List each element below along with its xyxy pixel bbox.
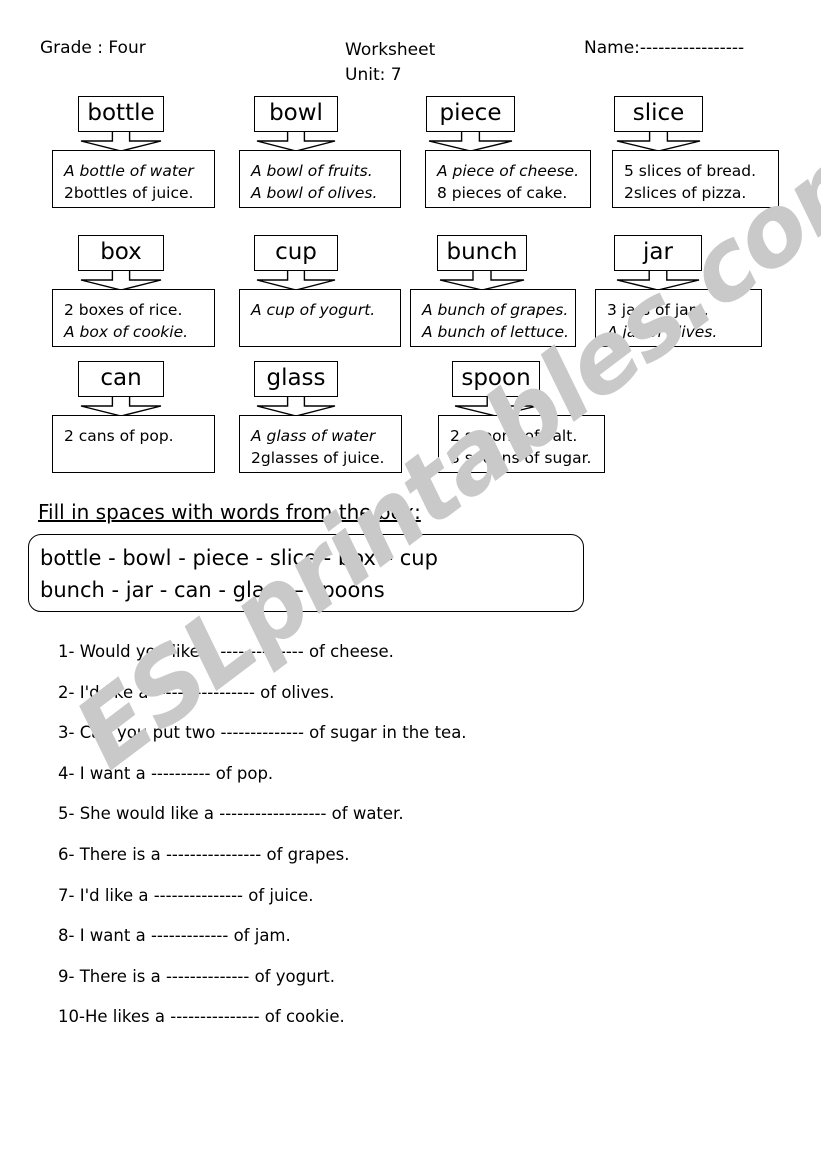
example-sentences-box: A bowl of fruits. A bowl of olives. (239, 150, 401, 208)
word-label-text: spoon (461, 365, 531, 391)
example-sentence: 3 jars of jam. (607, 301, 709, 319)
example-sentence: A glass of water (251, 427, 376, 445)
example-sentence: A bowl of olives. (251, 184, 378, 202)
question-item[interactable]: 1- Would you like a -------------- of ch… (58, 632, 778, 673)
word-label-box: box (78, 235, 164, 271)
example-sentence: A bunch of lettuce. (422, 323, 569, 341)
word-label-text: glass (266, 365, 326, 391)
example-sentence: 2slices of pizza. (624, 184, 747, 202)
word-label-text: bunch (446, 239, 518, 265)
word-label-text: cup (275, 239, 317, 265)
example-sentence: 5 slices of bread. (624, 162, 757, 180)
question-item[interactable]: 7- I'd like a --------------- of juice. (58, 876, 778, 917)
page-header: Grade : Four Worksheet Unit: 7 Name:----… (0, 38, 821, 94)
question-item[interactable]: 4- I want a ---------- of pop. (58, 754, 778, 795)
word-bank-line-2: bunch - jar - can - glass – spoons (40, 578, 385, 602)
question-item[interactable]: 2- I'd like a ----------------- of olive… (58, 673, 778, 714)
word-label-text: can (100, 365, 142, 391)
unit-label: Unit: 7 (345, 65, 402, 85)
example-sentence: A jar of olives. (607, 323, 718, 341)
word-label-box: bottle (78, 96, 164, 132)
example-sentence: A cup of yogurt. (251, 301, 376, 319)
word-label-text: piece (439, 100, 502, 126)
example-sentences-box: 5 slices of bread. 2slices of pizza. (612, 150, 779, 208)
example-sentences-box: A cup of yogurt. (239, 289, 401, 347)
example-sentence: A bottle of water (64, 162, 194, 180)
example-sentences-box: 2 cans of pop. (52, 415, 215, 473)
worksheet-title-block: Worksheet Unit: 7 (345, 38, 435, 88)
word-bank-line-1: bottle - bowl - piece - slice - box – cu… (40, 546, 438, 570)
word-label-text: jar (643, 239, 673, 265)
example-sentences-box: 3 jars of jam. A jar of olives. (595, 289, 762, 347)
word-label-box: piece (426, 96, 515, 132)
example-sentence: A box of cookie. (64, 323, 189, 341)
example-sentence: 3 spoons of sugar. (450, 449, 592, 467)
question-list: 1- Would you like a -------------- of ch… (58, 632, 778, 1038)
word-label-box: bowl (254, 96, 338, 132)
example-sentences-box: A glass of water 2glasses of juice. (239, 415, 402, 473)
word-label-box: cup (254, 235, 338, 271)
word-bank-box: bottle - bowl - piece - slice - box – cu… (28, 534, 584, 612)
word-label-box: can (78, 361, 164, 397)
word-label-box: glass (254, 361, 338, 397)
word-label-text: bottle (87, 100, 155, 126)
example-sentence: 2 cans of pop. (64, 427, 174, 445)
exercise-instruction: Fill in spaces with words from the box: (38, 500, 421, 524)
word-label-text: slice (632, 100, 685, 126)
word-label-text: box (100, 239, 142, 265)
example-sentences-box: A bottle of water 2bottles of juice. (52, 150, 215, 208)
question-item[interactable]: 6- There is a ---------------- of grapes… (58, 835, 778, 876)
question-item[interactable]: 5- She would like a ------------------ o… (58, 794, 778, 835)
question-item[interactable]: 3- Can you put two -------------- of sug… (58, 713, 778, 754)
worksheet-page: Grade : Four Worksheet Unit: 7 Name:----… (0, 0, 821, 1169)
example-sentence: A bowl of fruits. (251, 162, 373, 180)
question-item[interactable]: 9- There is a -------------- of yogurt. (58, 957, 778, 998)
name-field-label: Name:----------------- (584, 38, 745, 58)
example-sentence: 2glasses of juice. (251, 449, 385, 467)
example-sentences-box: 2 boxes of rice. A box of cookie. (52, 289, 215, 347)
word-label-box: jar (614, 235, 702, 271)
example-sentences-box: 2 spoons of salt. 3 spoons of sugar. (438, 415, 605, 473)
worksheet-title: Worksheet (345, 40, 436, 60)
question-item[interactable]: 8- I want a ------------- of jam. (58, 916, 778, 957)
example-sentence: A piece of cheese. (437, 162, 580, 180)
word-label-text: bowl (269, 100, 323, 126)
example-sentence: 2bottles of juice. (64, 184, 194, 202)
question-item[interactable]: 10-He likes a --------------- of cookie. (58, 997, 778, 1038)
word-label-box: spoon (452, 361, 540, 397)
word-label-box: slice (614, 96, 703, 132)
example-sentence: 8 pieces of cake. (437, 184, 568, 202)
example-sentence: 2 spoons of salt. (450, 427, 578, 445)
example-sentence: 2 boxes of rice. (64, 301, 183, 319)
example-sentences-box: A bunch of grapes. A bunch of lettuce. (410, 289, 576, 347)
example-sentence: A bunch of grapes. (422, 301, 569, 319)
grade-label: Grade : Four (40, 38, 146, 58)
word-label-box: bunch (437, 235, 527, 271)
example-sentences-box: A piece of cheese. 8 pieces of cake. (425, 150, 591, 208)
